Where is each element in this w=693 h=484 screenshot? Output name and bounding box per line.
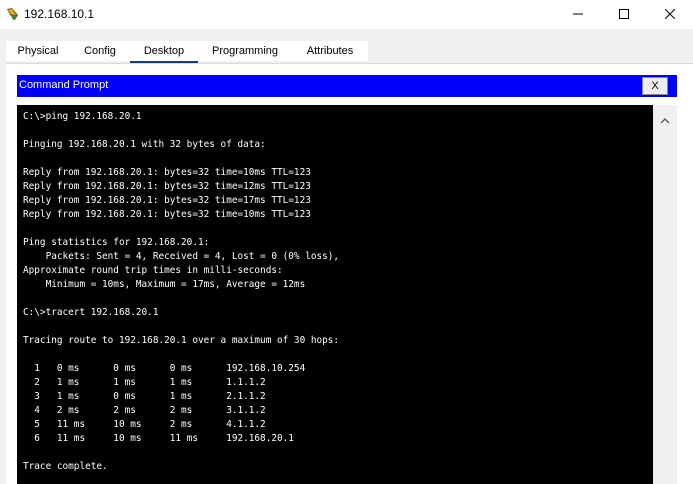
terminal-line: 4 2 ms 2 ms 2 ms 3.1.1.2 bbox=[23, 405, 266, 416]
close-button[interactable] bbox=[647, 0, 693, 29]
terminal-line: Reply from 192.168.20.1: bytes=32 time=1… bbox=[23, 181, 311, 192]
device-window-body: Physical Config Desktop Programming Attr… bbox=[0, 29, 693, 484]
maximize-button[interactable] bbox=[601, 0, 647, 29]
command-prompt-close-button[interactable]: X bbox=[642, 77, 668, 95]
maximize-icon bbox=[619, 9, 629, 19]
terminal-line: 6 11 ms 10 ms 11 ms 192.168.20.1 bbox=[23, 433, 294, 444]
window-title: 192.168.10.1 bbox=[24, 7, 95, 21]
terminal-line: C:\>ping 192.168.20.1 bbox=[23, 111, 142, 122]
command-prompt-title: Command Prompt bbox=[19, 79, 109, 91]
terminal-line: Approximate round trip times in milli-se… bbox=[23, 265, 283, 276]
terminal-line: 2 1 ms 1 ms 1 ms 1.1.1.2 bbox=[23, 377, 266, 388]
terminal-line: Ping statistics for 192.168.20.1: bbox=[23, 237, 210, 248]
terminal-line: Minimum = 10ms, Maximum = 17ms, Average … bbox=[23, 279, 306, 290]
terminal-line: Reply from 192.168.20.1: bytes=32 time=1… bbox=[23, 195, 311, 206]
scroll-up-arrow-icon[interactable] bbox=[660, 111, 670, 129]
terminal-line: Tracing route to 192.168.20.1 over a max… bbox=[23, 335, 340, 346]
terminal-line: 1 0 ms 0 ms 0 ms 192.168.10.254 bbox=[23, 363, 306, 374]
command-prompt-header: Command Prompt X bbox=[17, 75, 677, 97]
tab-programming[interactable]: Programming bbox=[198, 41, 292, 61]
terminal-scrollbar[interactable] bbox=[653, 105, 677, 484]
desktop-panel: Command Prompt X C:\>ping 192.168.20.1 P… bbox=[6, 64, 693, 484]
terminal-output[interactable]: C:\>ping 192.168.20.1 Pinging 192.168.20… bbox=[17, 105, 653, 484]
tab-physical[interactable]: Physical bbox=[6, 41, 70, 61]
title-bar: 192.168.10.1 bbox=[0, 0, 693, 29]
terminal-line: Pinging 192.168.20.1 with 32 bytes of da… bbox=[23, 139, 266, 150]
minimize-button[interactable] bbox=[555, 0, 601, 29]
terminal-line: 3 1 ms 0 ms 1 ms 2.1.1.2 bbox=[23, 391, 266, 402]
packet-tracer-icon bbox=[6, 7, 20, 21]
close-icon bbox=[665, 9, 675, 19]
minimize-icon bbox=[573, 13, 583, 15]
terminal-line: 5 11 ms 10 ms 2 ms 4.1.1.2 bbox=[23, 419, 266, 430]
tab-attributes[interactable]: Attributes bbox=[292, 41, 368, 61]
terminal-line: Reply from 192.168.20.1: bytes=32 time=1… bbox=[23, 209, 311, 220]
terminal-line: C:\>tracert 192.168.20.1 bbox=[23, 307, 159, 318]
terminal-line: Reply from 192.168.20.1: bytes=32 time=1… bbox=[23, 167, 311, 178]
tab-config[interactable]: Config bbox=[70, 41, 130, 61]
terminal-line: Trace complete. bbox=[23, 461, 108, 472]
terminal-line: Packets: Sent = 4, Received = 4, Lost = … bbox=[23, 251, 340, 262]
tab-desktop[interactable]: Desktop bbox=[130, 41, 198, 63]
